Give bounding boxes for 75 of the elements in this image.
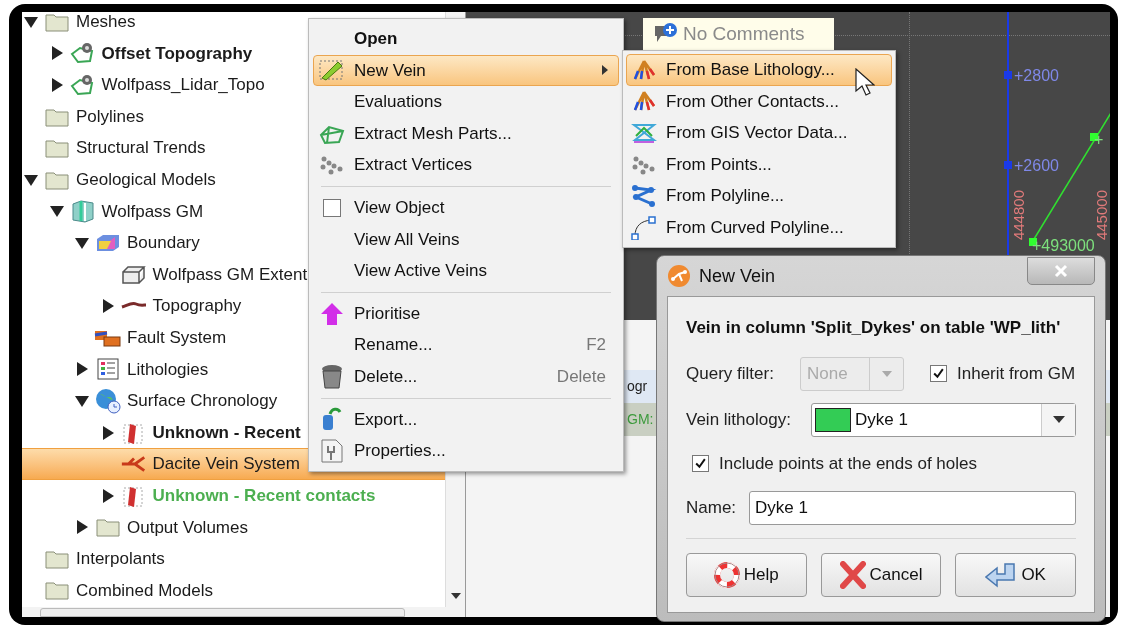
tree-item-label: Polylines	[76, 105, 145, 128]
menu-item-label: View Active Veins	[354, 260, 487, 283]
menu-item-label: Delete...	[354, 366, 418, 388]
menu-item-label: From Curved Polyline...	[666, 217, 844, 239]
dialog-heading: Vein in column 'Split_Dykes' on table 'WP_lith'	[686, 317, 1062, 339]
tree-item-label: Structural Trends	[76, 137, 206, 160]
tree-item-label: Topography	[152, 295, 242, 318]
axis-label: +2800	[1014, 66, 1059, 86]
menu-item[interactable]: View All Veins	[313, 223, 619, 256]
menu-item[interactable]: From Other Contacts...	[626, 85, 892, 118]
tree-row[interactable]: Output Volumes	[22, 511, 445, 544]
tree-item-label: Wolfpass GM Extent	[152, 263, 308, 286]
menu-item[interactable]: Rename... F2	[313, 329, 619, 361]
menu-item-label: From Base Lithology...	[666, 59, 835, 82]
menu-item-label: From GIS Vector Data...	[666, 122, 848, 145]
tree-item-label: Boundary	[127, 232, 200, 255]
axis-label: 444800	[1011, 190, 1027, 241]
tree-row[interactable]: Combined Models	[22, 574, 445, 607]
menu-item-label: Extract Vertices	[354, 154, 473, 177]
tree-item-label: Unknown - Recent contacts	[152, 484, 376, 507]
axis-label: 445000	[1094, 190, 1110, 241]
menu-item[interactable]: View Active Veins	[313, 255, 619, 287]
comment-tag-text: No Comments	[683, 21, 805, 46]
tree-item-label: Output Volumes	[127, 516, 248, 539]
menu-item[interactable]: From Base Lithology...	[626, 54, 892, 86]
tree-item-label: Surface Chronology	[127, 390, 278, 413]
tree-item-label: Wolfpass GM	[101, 200, 204, 223]
lithology-dropdown[interactable]: Dyke 1	[811, 402, 1076, 437]
menu-item[interactable]: Open	[313, 23, 619, 55]
field-label: Vein lithology:	[686, 408, 792, 431]
dialog-button[interactable]: Help	[686, 552, 807, 597]
dialog-button[interactable]: Cancel	[820, 552, 942, 597]
axis-label: +493000	[1032, 236, 1095, 256]
tree-item-label: Geological Models	[76, 169, 216, 191]
menu-item-label: Export...	[354, 408, 418, 431]
menu-item-label: From Polyline...	[666, 185, 785, 208]
tree-item-label: Meshes	[76, 12, 136, 34]
field-label: Name:	[686, 496, 738, 519]
menu-item[interactable]: From GIS Vector Data...	[626, 117, 892, 149]
menu-item-label: Extract Mesh Parts...	[354, 122, 512, 145]
menu-item-label: New Vein	[354, 59, 426, 82]
tree-item-label: Combined Models	[76, 579, 213, 602]
menu-item-label: Open	[354, 28, 398, 51]
menu-item[interactable]: Evaluations	[313, 86, 619, 118]
menu-item[interactable]: From Polyline...	[626, 180, 892, 212]
menu-item[interactable]: Extract Vertices	[313, 149, 619, 181]
tree-item-label: Wolfpass_Lidar_Topo	[101, 74, 265, 97]
menu-item[interactable]: Extract Mesh Parts...	[313, 117, 619, 150]
tree-item-label: Unknown - Recent	[152, 421, 301, 444]
dialog-button[interactable]: OK	[955, 552, 1076, 597]
menu-item[interactable]: View Object	[313, 191, 619, 224]
menu-item-label: Prioritise	[354, 302, 421, 325]
menu-item-label: Evaluations	[354, 91, 442, 114]
tree-item-label: Offset Topography	[101, 42, 253, 65]
tree-row[interactable]: Interpolants	[22, 543, 445, 575]
menu-item-label: Rename...	[354, 334, 433, 357]
name-field[interactable]: Dyke 1	[749, 490, 1076, 525]
shortcut-label: F2	[586, 334, 607, 357]
menu-item-label: From Points...	[666, 153, 772, 176]
menu-item[interactable]: From Points...	[626, 148, 892, 181]
checkbox-label: Include points at the ends of holes	[719, 452, 977, 475]
tree-item-label: Dacite Vein System	[152, 453, 300, 476]
menu-item[interactable]: From Curved Polyline...	[626, 211, 892, 244]
menu-item-label: From Other Contacts...	[666, 90, 839, 113]
menu-item[interactable]: Export...	[313, 403, 619, 436]
axis-label: +	[1094, 130, 1104, 150]
dialog-title: New Vein	[699, 264, 776, 288]
tree-item-label: Interpolants	[76, 548, 165, 571]
tree-item-label: Lithologies	[127, 358, 209, 381]
tree-item-label: Fault System	[127, 327, 227, 349]
menu-item[interactable]: New Vein	[313, 54, 619, 87]
axis-label: +2600	[1014, 156, 1059, 176]
menu-item-label: View Object	[354, 197, 445, 219]
menu-item-label: View All Veins	[354, 228, 460, 251]
menu-item[interactable]: Prioritise	[313, 297, 619, 330]
